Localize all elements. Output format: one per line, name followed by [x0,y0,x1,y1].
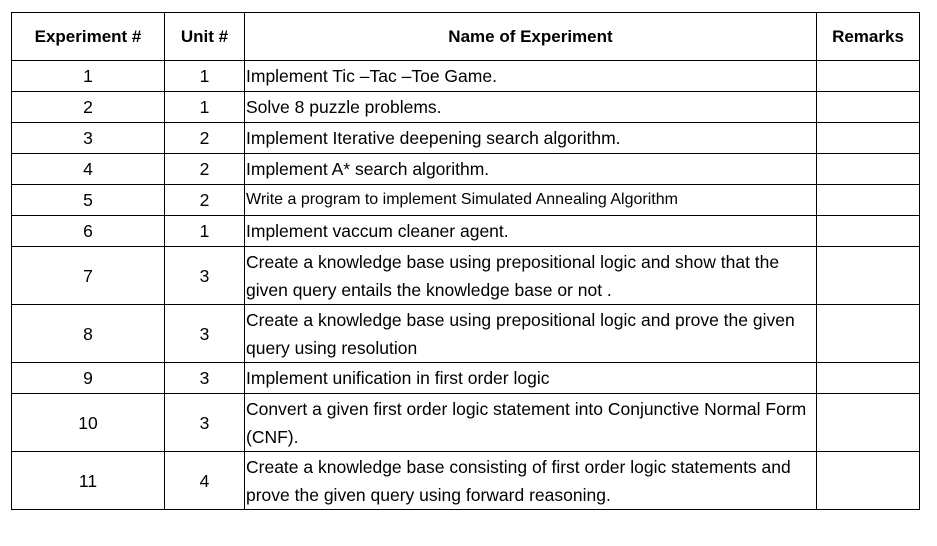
experiment-number-cell: 1 [11,60,165,92]
experiment-name-cell: Implement Iterative deepening search alg… [244,122,817,154]
header-remarks: Remarks [816,12,920,61]
experiment-name-cell: Implement vaccum cleaner agent. [244,215,817,247]
unit-number-cell: 3 [164,304,245,363]
remarks-cell [816,246,920,305]
remarks-cell [816,362,920,394]
remarks-cell [816,91,920,123]
experiment-number-cell: 6 [11,215,165,247]
header-row: Experiment # Unit # Name of Experiment R… [11,12,920,61]
table-row: 2 1 Solve 8 puzzle problems. [11,91,920,123]
unit-number-cell: 2 [164,153,245,185]
unit-number-cell: 3 [164,362,245,394]
header-experiment-number: Experiment # [11,12,165,61]
experiment-name-cell: Create a knowledge base using prepositio… [244,304,817,363]
header-experiment-name: Name of Experiment [244,12,817,61]
remarks-cell [816,184,920,216]
experiment-number-cell: 9 [11,362,165,394]
table-row: 4 2 Implement A* search algorithm. [11,153,920,185]
table-row: 5 2 Write a program to implement Simulat… [11,184,920,216]
unit-number-cell: 1 [164,91,245,123]
experiment-name-cell: Implement A* search algorithm. [244,153,817,185]
table-header: Experiment # Unit # Name of Experiment R… [11,12,920,61]
unit-number-cell: 2 [164,122,245,154]
remarks-cell [816,215,920,247]
table-row: 11 4 Create a knowledge base consisting … [11,451,920,510]
experiment-number-cell: 11 [11,451,165,510]
table-row: 6 1 Implement vaccum cleaner agent. [11,215,920,247]
unit-number-cell: 2 [164,184,245,216]
experiment-number-cell: 8 [11,304,165,363]
unit-number-cell: 3 [164,246,245,305]
experiment-number-cell: 4 [11,153,165,185]
experiment-name-cell: Implement Tic –Tac –Toe Game. [244,60,817,92]
remarks-cell [816,393,920,452]
experiment-number-cell: 5 [11,184,165,216]
remarks-cell [816,304,920,363]
unit-number-cell: 4 [164,451,245,510]
unit-number-cell: 1 [164,215,245,247]
unit-number-cell: 3 [164,393,245,452]
experiment-number-cell: 10 [11,393,165,452]
experiment-number-cell: 2 [11,91,165,123]
unit-number-cell: 1 [164,60,245,92]
remarks-cell [816,60,920,92]
experiment-number-cell: 7 [11,246,165,305]
experiment-name-cell: Implement unification in first order log… [244,362,817,394]
table-row: 7 3 Create a knowledge base using prepos… [11,246,920,305]
experiment-number-cell: 3 [11,122,165,154]
table-row: 10 3 Convert a given first order logic s… [11,393,920,452]
experiment-name-cell: Solve 8 puzzle problems. [244,91,817,123]
experiment-list-document: Experiment # Unit # Name of Experiment R… [11,12,920,510]
table-row: 8 3 Create a knowledge base using prepos… [11,304,920,363]
header-unit-number: Unit # [164,12,245,61]
remarks-cell [816,153,920,185]
table-body: 1 1 Implement Tic –Tac –Toe Game. 2 1 So… [11,60,920,510]
table-row: 3 2 Implement Iterative deepening search… [11,122,920,154]
experiment-table: Experiment # Unit # Name of Experiment R… [11,12,920,510]
remarks-cell [816,451,920,510]
table-row: 1 1 Implement Tic –Tac –Toe Game. [11,60,920,92]
experiment-name-cell: Create a knowledge base using prepositio… [244,246,817,305]
experiment-name-cell: Convert a given first order logic statem… [244,393,817,452]
experiment-name-cell: Create a knowledge base consisting of fi… [244,451,817,510]
remarks-cell [816,122,920,154]
table-row: 9 3 Implement unification in first order… [11,362,920,394]
experiment-name-cell: Write a program to implement Simulated A… [244,184,817,216]
